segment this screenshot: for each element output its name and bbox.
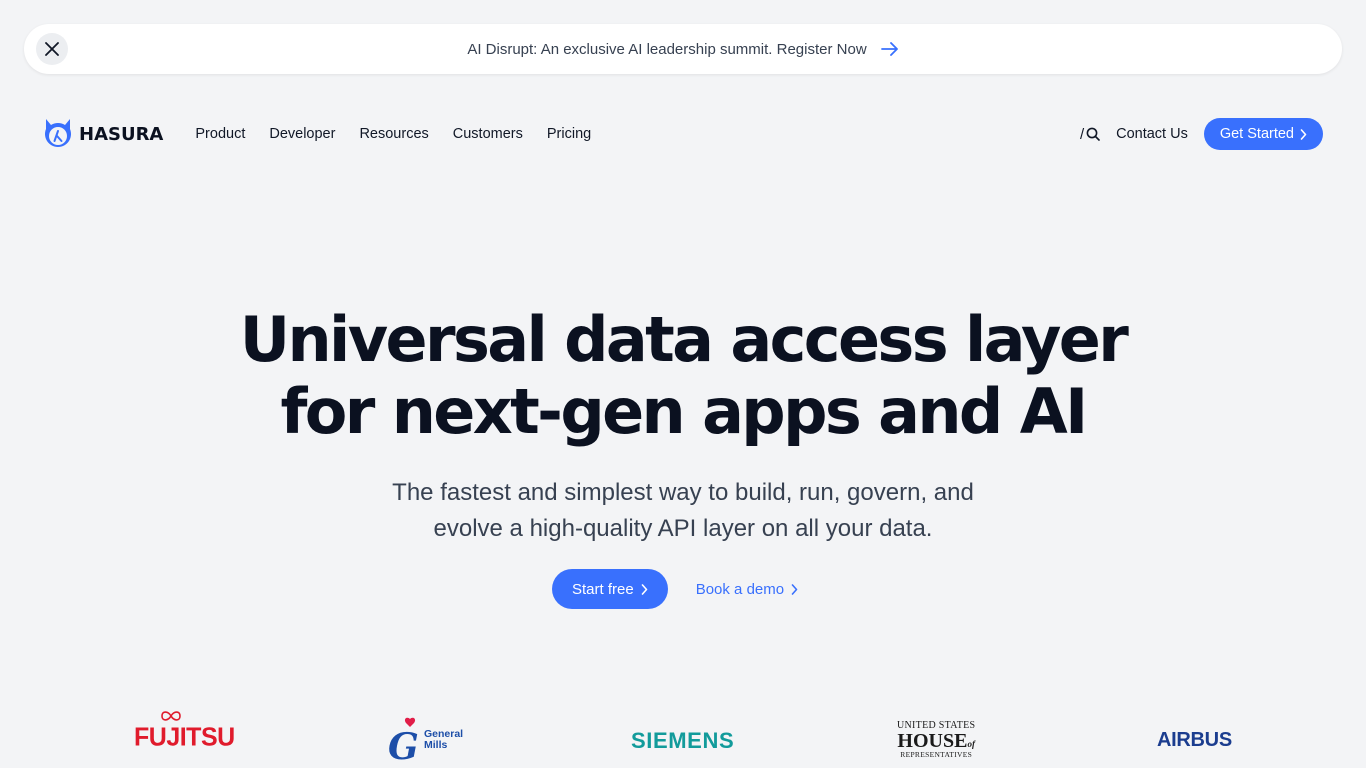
nav-link-product[interactable]: Product <box>195 126 245 142</box>
nav-link-resources[interactable]: Resources <box>359 126 428 142</box>
fujitsu-infinity-icon <box>161 711 181 721</box>
fujitsu-logo-text: FUJITSU <box>134 722 235 752</box>
house-of: of <box>967 739 975 749</box>
close-icon <box>45 42 59 56</box>
hero-title-line-1: Universal data access layer <box>239 303 1129 376</box>
customer-logos: FUJITSU G General Mills SIEMENS UNITED S… <box>0 711 1366 768</box>
general-mills-logo: G General Mills <box>388 717 463 763</box>
start-free-button[interactable]: Start free <box>552 569 668 609</box>
search-shortcut: / <box>1079 125 1085 143</box>
siemens-logo-text: SIEMENS <box>631 728 735 753</box>
announcement-banner: AI Disrupt: An exclusive AI leadership s… <box>24 24 1342 74</box>
chevron-right-icon <box>791 583 798 595</box>
hasura-logo-icon <box>45 119 71 147</box>
hero-subtitle: The fastest and simplest way to build, r… <box>392 479 974 542</box>
logo-text: HASURA <box>79 123 164 145</box>
search-icon <box>1086 127 1100 141</box>
general-mills-g-icon: G <box>388 717 419 763</box>
hero-title-line-2: for next-gen apps and AI <box>280 375 1088 448</box>
general-mills-text: General Mills <box>424 729 463 751</box>
svg-text:G: G <box>388 726 419 763</box>
nav-link-pricing[interactable]: Pricing <box>547 126 591 142</box>
house-line-2: HOUSEof <box>897 731 975 751</box>
hero-cta-row: Start free Book a demo <box>552 569 798 609</box>
get-started-button[interactable]: Get Started <box>1203 118 1323 150</box>
general-mills-line-2: Mills <box>424 739 448 751</box>
banner-close-button[interactable] <box>36 33 68 65</box>
chevron-right-icon <box>1300 128 1307 140</box>
banner-register-link[interactable]: AI Disrupt: An exclusive AI leadership s… <box>467 41 898 58</box>
hasura-logo[interactable]: HASURA <box>42 117 163 151</box>
main-nav: HASURA Product Developer Resources Custo… <box>42 117 1323 151</box>
book-demo-label: Book a demo <box>695 580 785 598</box>
nav-links: Product Developer Resources Customers Pr… <box>195 126 591 142</box>
airbus-logo-text: AIRBUS <box>1157 729 1232 751</box>
fujitsu-logo: FUJITSU <box>134 711 235 752</box>
book-demo-link[interactable]: Book a demo <box>696 581 798 598</box>
nav-right: / Contact Us Get Started <box>1080 118 1323 150</box>
start-free-label: Start free <box>572 580 634 598</box>
house-word: HOUSE <box>897 730 968 752</box>
nav-link-developer[interactable]: Developer <box>269 126 335 142</box>
chevron-right-icon <box>641 583 648 595</box>
hero-title: Universal data access layer for next-gen… <box>0 304 1366 448</box>
nav-link-customers[interactable]: Customers <box>453 126 523 142</box>
us-house-logo: UNITED STATES HOUSEof REPRESENTATIVES <box>897 721 975 759</box>
contact-us-link[interactable]: Contact Us <box>1116 126 1188 142</box>
arrow-right-icon <box>880 42 898 56</box>
get-started-label: Get Started <box>1219 126 1294 142</box>
airbus-logo: AIRBUS <box>1157 729 1232 752</box>
search-button[interactable]: / <box>1080 126 1100 143</box>
banner-text: AI Disrupt: An exclusive AI leadership s… <box>467 40 867 58</box>
house-line-3: REPRESENTATIVES <box>900 750 973 759</box>
siemens-logo: SIEMENS <box>631 728 734 754</box>
